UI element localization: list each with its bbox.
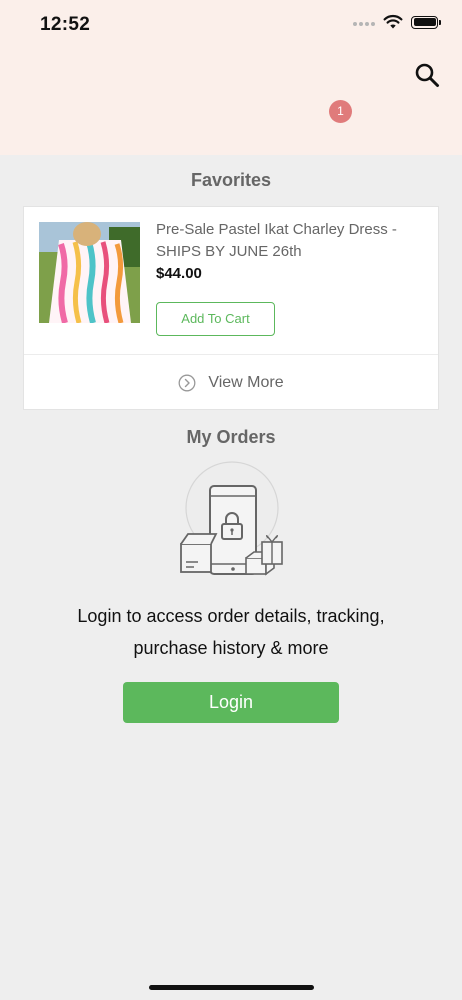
view-more-label: View More [208, 373, 284, 391]
app-header: 12:52 1 [0, 0, 462, 155]
phone-lock-illustration-icon [180, 461, 283, 576]
home-indicator[interactable] [149, 985, 314, 990]
product-image[interactable] [39, 222, 140, 323]
my-orders-title: My Orders [186, 427, 276, 447]
signal-icon [353, 22, 375, 26]
cart-badge[interactable]: 1 [329, 100, 352, 123]
login-message: Login to access order details, tracking,… [77, 606, 385, 658]
favorites-card: Pre-Sale Pastel Ikat Charley Dress - SHI… [23, 206, 439, 410]
status-icons [353, 14, 441, 30]
product-price: $44.00 [156, 265, 202, 282]
status-time: 12:52 [40, 14, 91, 35]
wifi-icon [383, 14, 403, 29]
product-name[interactable]: Pre-Sale Pastel Ikat Charley Dress - SHI… [156, 219, 424, 263]
chevron-right-circle-icon [178, 374, 196, 391]
view-more-button[interactable]: View More [24, 355, 438, 410]
login-button[interactable]: Login [123, 682, 339, 723]
battery-icon [411, 15, 441, 29]
add-to-cart-button[interactable]: Add To Cart [156, 302, 275, 336]
favorites-title: Favorites [190, 170, 272, 190]
search-icon[interactable] [414, 62, 440, 88]
